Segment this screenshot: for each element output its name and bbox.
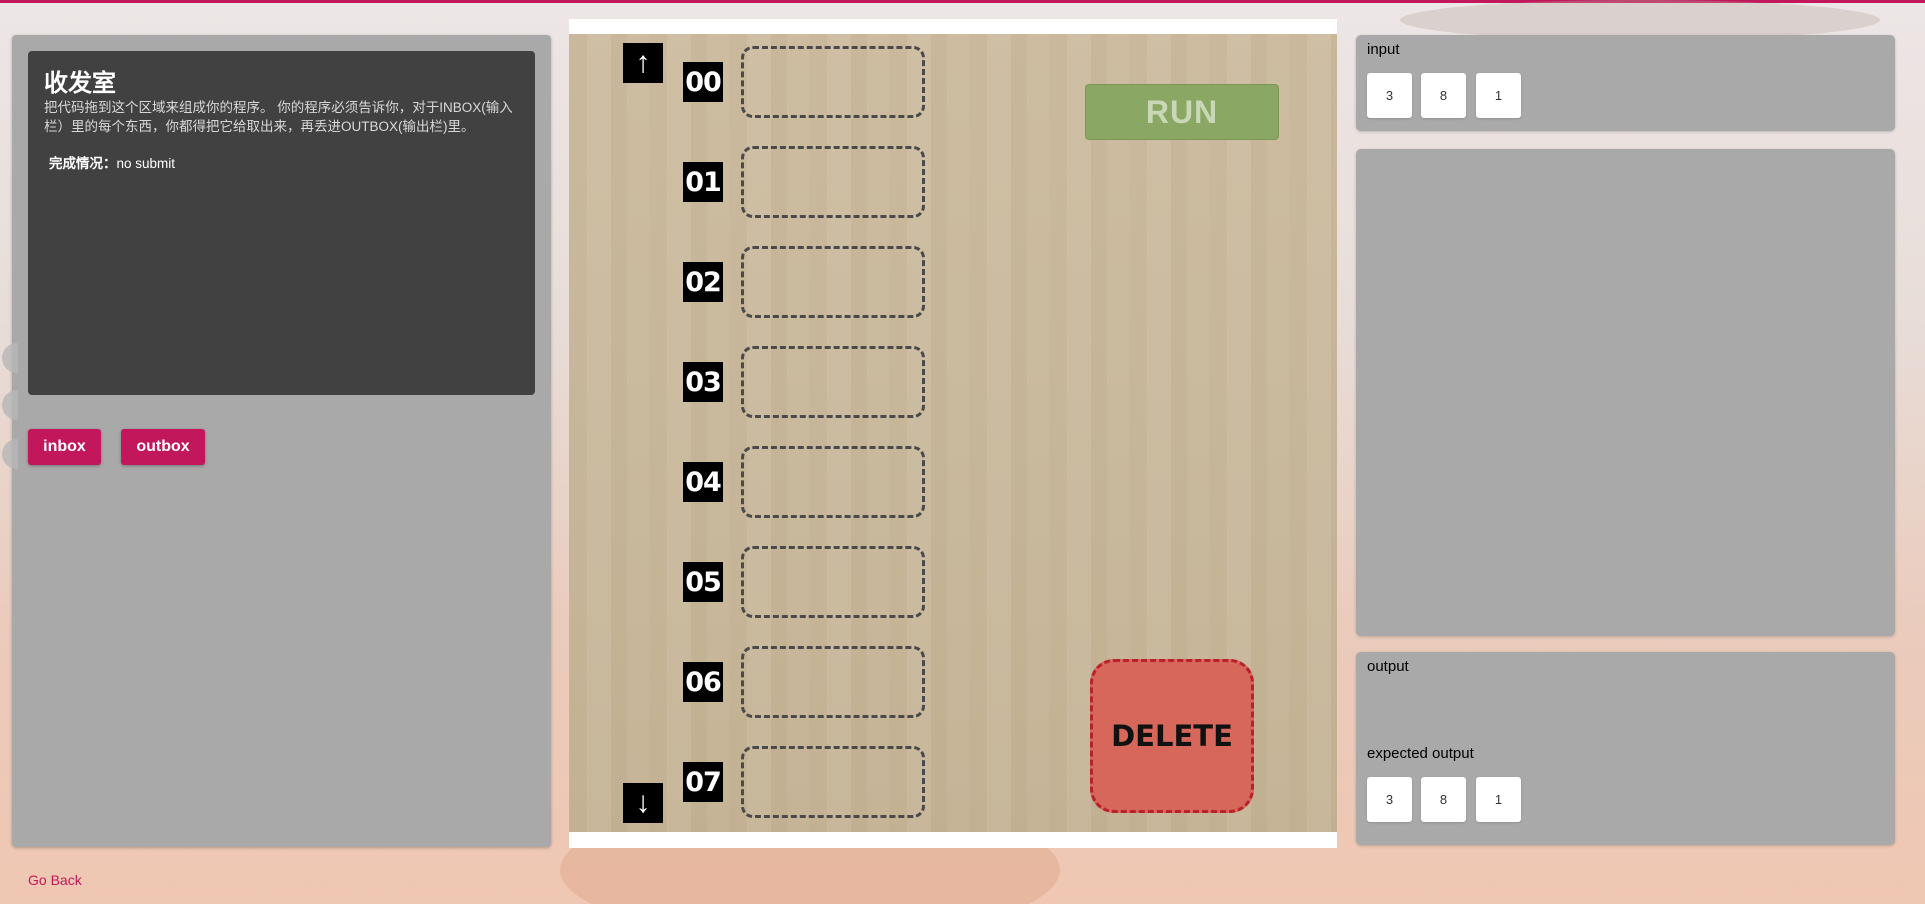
input-item: 3 — [1367, 73, 1412, 118]
line-number: 04 — [683, 462, 723, 502]
line-number: 03 — [683, 362, 723, 402]
program-slot[interactable] — [741, 646, 925, 718]
level-description: 把代码拖到这个区域来组成你的程序。 你的程序必须告诉你，对于INBOX(输入栏）… — [44, 100, 513, 134]
side-tab-handle[interactable] — [2, 390, 18, 420]
status-label: 完成情况： — [49, 156, 117, 171]
delete-drop-zone[interactable]: DELETE — [1090, 659, 1254, 813]
outbox-command-button[interactable]: outbox — [121, 429, 205, 465]
line-number: 00 — [683, 62, 723, 102]
program-slot[interactable] — [741, 46, 925, 118]
program-board[interactable]: ↑ ↓ 00 01 02 03 04 05 06 07 RUN DELETE — [569, 34, 1337, 832]
level-title: 收发室 — [44, 70, 116, 97]
line-number: 02 — [683, 262, 723, 302]
program-slot[interactable] — [741, 246, 925, 318]
input-item: 1 — [1476, 73, 1521, 118]
side-tab-handle[interactable] — [2, 439, 18, 469]
input-label: input — [1367, 41, 1400, 58]
scroll-up-arrow-icon[interactable]: ↑ — [623, 43, 663, 83]
program-slot[interactable] — [741, 146, 925, 218]
run-button[interactable]: RUN — [1085, 84, 1279, 140]
program-slot[interactable] — [741, 446, 925, 518]
program-slot[interactable] — [741, 746, 925, 818]
program-slot[interactable] — [741, 546, 925, 618]
completion-status: 完成情况：no submit — [49, 152, 519, 172]
level-panel: 收发室 把代码拖到这个区域来组成你的程序。 你的程序必须告诉你，对于INBOX(… — [12, 35, 551, 847]
expected-output-label: expected output — [1367, 745, 1474, 762]
inbox-command-button[interactable]: inbox — [28, 429, 101, 465]
input-panel: input 3 8 1 — [1356, 35, 1895, 131]
input-item: 8 — [1421, 73, 1466, 118]
output-label: output — [1367, 658, 1409, 675]
program-slot[interactable] — [741, 346, 925, 418]
side-tab-handle[interactable] — [2, 343, 18, 373]
level-info-card: 收发室 把代码拖到这个区域来组成你的程序。 你的程序必须告诉你，对于INBOX(… — [28, 51, 535, 395]
expected-output-item: 3 — [1367, 777, 1412, 822]
line-number: 05 — [683, 562, 723, 602]
scroll-down-arrow-icon[interactable]: ↓ — [623, 783, 663, 823]
output-panel: output expected output 3 8 1 — [1356, 652, 1895, 845]
expected-output-item: 8 — [1421, 777, 1466, 822]
background-decoration — [1400, 0, 1880, 40]
memory-floor-panel — [1356, 149, 1895, 636]
go-back-link[interactable]: Go Back — [28, 872, 82, 888]
status-value: no submit — [116, 156, 176, 171]
line-number: 01 — [683, 162, 723, 202]
expected-output-item: 1 — [1476, 777, 1521, 822]
line-number: 07 — [683, 762, 723, 802]
line-number: 06 — [683, 662, 723, 702]
